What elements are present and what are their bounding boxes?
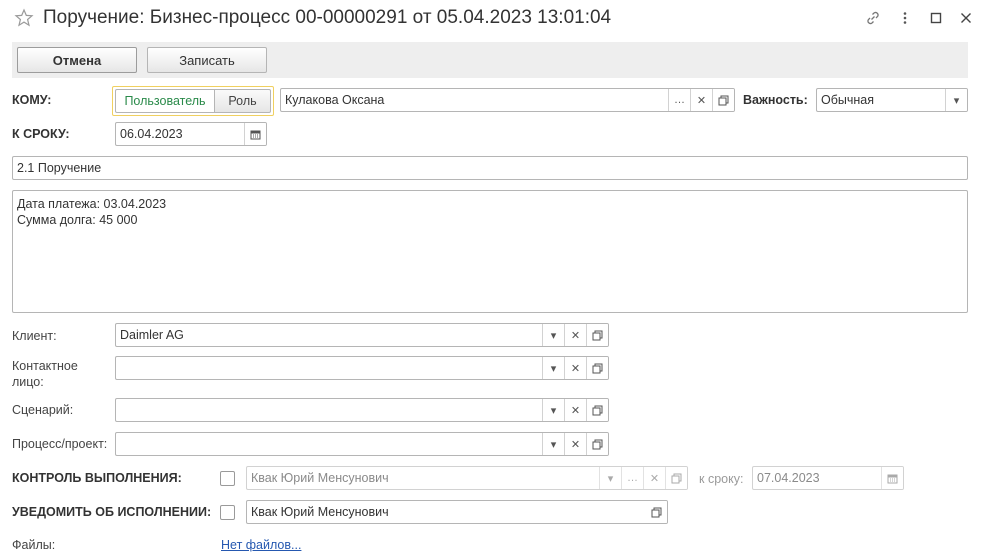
contact-label: Контактное лицо: (12, 358, 78, 390)
description-line: Дата платежа: 03.04.2023 (17, 197, 167, 211)
process-label: Процесс/проект: (12, 437, 108, 451)
page-title: Поручение: Бизнес-процесс 00-00000291 от… (43, 7, 612, 28)
deadline-label: К СРОКУ: (12, 127, 70, 141)
notify-field[interactable]: Квак Юрий Менсунович (246, 500, 668, 524)
select-ellipsis-icon[interactable]: … (621, 467, 643, 489)
control-deadline-field[interactable]: 07.04.2023 (752, 466, 904, 490)
importance-label: Важность: (743, 93, 808, 107)
dropdown-arrow-icon[interactable]: ▾ (945, 89, 967, 111)
open-form-icon[interactable] (586, 433, 608, 455)
subject-field[interactable]: 2.1 Поручение (12, 156, 968, 180)
importance-select[interactable]: Обычная ▾ (816, 88, 968, 112)
process-value (116, 433, 542, 455)
open-form-icon[interactable] (712, 89, 734, 111)
description-textarea[interactable]: Дата платежа: 03.04.2023 Сумма долга: 45… (12, 190, 968, 313)
dropdown-arrow-icon[interactable]: ▾ (542, 324, 564, 346)
star-icon[interactable] (14, 8, 34, 28)
control-checkbox[interactable] (220, 471, 235, 486)
open-form-icon[interactable] (586, 324, 608, 346)
clear-icon[interactable]: ✕ (564, 433, 586, 455)
control-deadline-value: 07.04.2023 (757, 471, 820, 485)
client-label: Клиент: (12, 329, 57, 343)
dropdown-arrow-icon[interactable]: ▾ (599, 467, 621, 489)
close-icon[interactable] (958, 10, 974, 26)
subject-value: 2.1 Поручение (17, 161, 102, 175)
clear-icon[interactable]: ✕ (564, 399, 586, 421)
link-icon[interactable] (865, 10, 881, 26)
contact-value (116, 357, 542, 379)
recipient-value: Кулакова Оксана (285, 93, 385, 107)
dropdown-arrow-icon[interactable]: ▾ (542, 399, 564, 421)
contact-label-line: Контактное (12, 359, 78, 373)
cancel-button[interactable]: Отмена (17, 47, 137, 73)
open-form-icon[interactable] (586, 399, 608, 421)
open-form-icon[interactable] (645, 501, 667, 523)
contact-label-line: лицо: (12, 375, 44, 389)
notify-label: УВЕДОМИТЬ ОБ ИСПОЛНЕНИИ: (12, 505, 212, 519)
scenario-value (116, 399, 542, 421)
to-label: КОМУ: (12, 93, 52, 107)
maximize-icon[interactable] (928, 10, 944, 26)
dropdown-arrow-icon[interactable]: ▾ (542, 433, 564, 455)
open-form-icon[interactable] (586, 357, 608, 379)
clear-icon[interactable]: ✕ (643, 467, 665, 489)
toggle-user-option[interactable]: Пользователь (115, 89, 215, 113)
controller-field[interactable]: Квак Юрий Менсунович ▾ … ✕ (246, 466, 688, 490)
scenario-label: Сценарий: (12, 403, 74, 417)
files-label: Файлы: (12, 538, 56, 552)
calendar-icon[interactable] (244, 123, 266, 145)
clear-icon[interactable]: ✕ (564, 324, 586, 346)
scenario-field[interactable]: ▾ ✕ (115, 398, 609, 422)
control-deadline-label: к сроку: (699, 472, 744, 486)
description-line: Сумма долга: 45 000 (17, 213, 138, 227)
dropdown-arrow-icon[interactable]: ▾ (542, 357, 564, 379)
client-field[interactable]: Daimler AG ▾ ✕ (115, 323, 609, 347)
files-link[interactable]: Нет файлов... (221, 538, 301, 552)
clear-icon[interactable]: ✕ (564, 357, 586, 379)
calendar-icon[interactable] (881, 467, 903, 489)
more-vertical-icon[interactable] (897, 10, 913, 26)
open-form-icon[interactable] (665, 467, 687, 489)
select-ellipsis-icon[interactable]: … (668, 89, 690, 111)
recipient-type-toggle: Пользователь Роль (112, 86, 274, 116)
contact-field[interactable]: ▾ ✕ (115, 356, 609, 380)
control-label: КОНТРОЛЬ ВЫПОЛНЕНИЯ: (12, 471, 182, 485)
controller-value: Квак Юрий Менсунович (251, 471, 389, 485)
clear-icon[interactable]: ✕ (690, 89, 712, 111)
client-value: Daimler AG (120, 328, 184, 342)
importance-value: Обычная (821, 93, 875, 107)
recipient-field[interactable]: Кулакова Оксана … ✕ (280, 88, 735, 112)
notify-value: Квак Юрий Менсунович (251, 505, 389, 519)
notify-checkbox[interactable] (220, 505, 235, 520)
deadline-date-field[interactable]: 06.04.2023 (115, 122, 267, 146)
process-field[interactable]: ▾ ✕ (115, 432, 609, 456)
deadline-value: 06.04.2023 (120, 127, 183, 141)
save-button[interactable]: Записать (147, 47, 267, 73)
toggle-role-option[interactable]: Роль (215, 89, 271, 113)
